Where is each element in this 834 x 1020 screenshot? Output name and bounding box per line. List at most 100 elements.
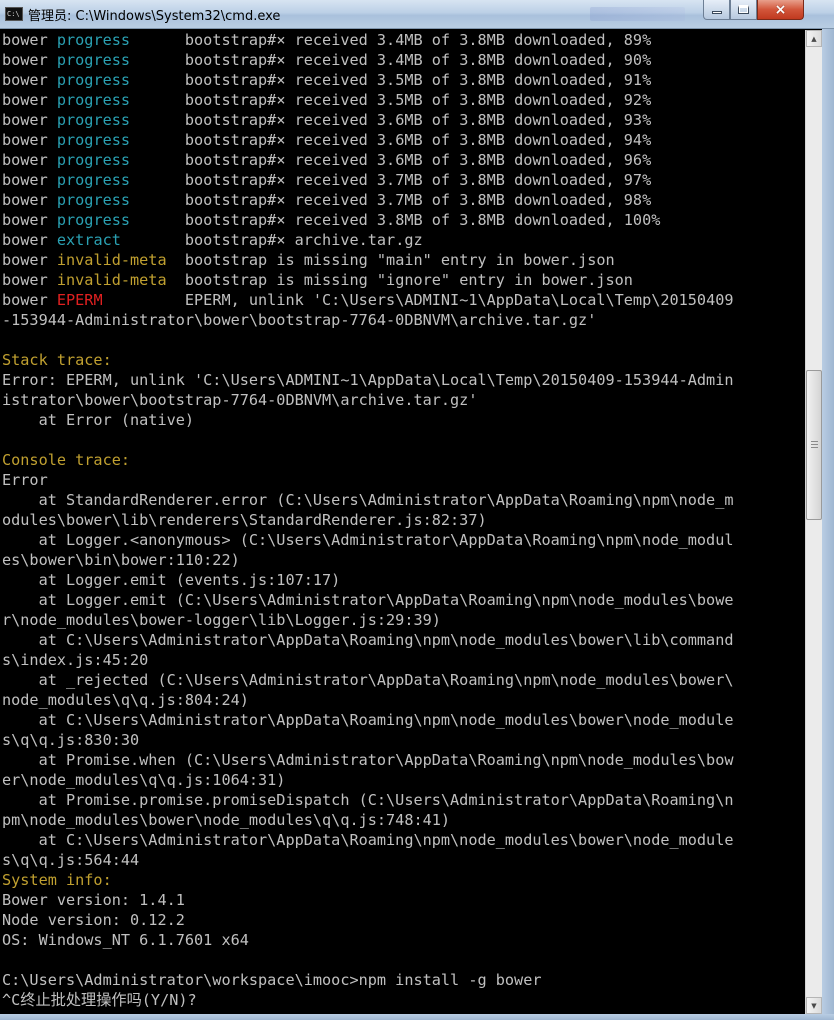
console-text-segment: at Logger.emit (C:\Users\Administrator\A…	[2, 591, 734, 609]
console-text-segment: at Promise.promise.promiseDispatch (C:\U…	[2, 791, 734, 809]
console-text-segment: bower	[2, 191, 57, 209]
console-text-segment: bower	[2, 231, 57, 249]
console-text-segment: progress	[56, 151, 131, 169]
console-text-segment: Stack trace:	[2, 351, 112, 369]
console-line: bower progress bootstrap#× received 3.7M…	[2, 170, 651, 190]
console-text-segment: bootstrap#× received 3.5MB of 3.8MB down…	[130, 71, 652, 89]
console-text-segment: bower	[2, 71, 57, 89]
console-line: bower EPERM EPERM, unlink 'C:\Users\ADMI…	[2, 290, 734, 310]
console-text-segment: progress	[56, 71, 131, 89]
console-text-segment: bootstrap#× received 3.5MB of 3.8MB down…	[130, 91, 652, 109]
console-text-segment: OS: Windows_NT 6.1.7601 x64	[2, 931, 249, 949]
console-line: at Logger.emit (C:\Users\Administrator\A…	[2, 590, 734, 610]
console-text-segment: extract	[56, 231, 121, 249]
console-line: Error	[2, 470, 48, 490]
console-text-segment: bootstrap#× received 3.6MB of 3.8MB down…	[130, 151, 652, 169]
console-text-segment: progress	[56, 211, 131, 229]
console-text-segment: bower	[2, 91, 57, 109]
console-text-segment: at _rejected (C:\Users\Administrator\App…	[2, 671, 734, 689]
console-line: at C:\Users\Administrator\AppData\Roamin…	[2, 630, 734, 650]
console-line: Error: EPERM, unlink 'C:\Users\ADMINI~1\…	[2, 370, 734, 390]
console-line: at Promise.when (C:\Users\Administrator\…	[2, 750, 734, 770]
console-line: at Promise.promise.promiseDispatch (C:\U…	[2, 790, 734, 810]
console-text-segment: bootstrap is missing "main" entry in bow…	[166, 251, 615, 269]
console-text-segment: bootstrap#× received 3.8MB of 3.8MB down…	[130, 211, 661, 229]
console-text-segment: progress	[56, 91, 131, 109]
console-text-segment: EPERM, unlink 'C:\Users\ADMINI~1\AppData…	[102, 291, 734, 309]
console-text-segment: EPERM	[56, 291, 103, 309]
console-text-segment: at C:\Users\Administrator\AppData\Roamin…	[2, 831, 734, 849]
console-line: Console trace:	[2, 450, 130, 470]
console-line: bower progress bootstrap#× received 3.6M…	[2, 110, 651, 130]
minimize-icon	[711, 11, 722, 14]
console-line: OS: Windows_NT 6.1.7601 x64	[2, 930, 249, 950]
console-text-segment: bower	[2, 291, 57, 309]
console-line: bower invalid-meta bootstrap is missing …	[2, 250, 615, 270]
window-frame-bottom	[0, 1014, 834, 1020]
maximize-icon	[738, 5, 749, 14]
console-line: s\index.js:45:20	[2, 650, 148, 670]
vertical-scrollbar[interactable]: ▲ ▼	[805, 30, 822, 1014]
console-text-segment: bootstrap#× received 3.6MB of 3.8MB down…	[130, 131, 652, 149]
console-line: s\q\q.js:830:30	[2, 730, 139, 750]
console-line: r\node_modules\bower-logger\lib\Logger.j…	[2, 610, 441, 630]
console-text-segment: node_modules\q\q.js:804:24)	[2, 691, 249, 709]
scroll-up-button[interactable]: ▲	[806, 30, 822, 47]
console-line: bower progress bootstrap#× received 3.7M…	[2, 190, 651, 210]
console-text-segment: Error	[2, 471, 48, 489]
console-text-segment: bower	[2, 211, 57, 229]
grip-line	[811, 447, 818, 448]
console-line: er\node_modules\q\q.js:1064:31)	[2, 770, 285, 790]
close-icon: ×	[774, 1, 787, 18]
console-text-segment: er\node_modules\q\q.js:1064:31)	[2, 771, 286, 789]
console-line: System info:	[2, 870, 112, 890]
close-button[interactable]: ×	[757, 0, 804, 20]
console-text-segment: bower	[2, 31, 57, 49]
console-text-segment: at Logger.<anonymous> (C:\Users\Administ…	[2, 531, 734, 549]
console-text-segment: progress	[56, 171, 131, 189]
background-taskbar-glow	[590, 7, 685, 21]
console-text-segment: Console trace:	[2, 451, 131, 469]
console-line: bower extract bootstrap#× archive.tar.gz	[2, 230, 423, 250]
console-line: at _rejected (C:\Users\Administrator\App…	[2, 670, 734, 690]
console-text-segment: at Logger.emit (events.js:107:17)	[2, 571, 341, 589]
console-text-segment: bower	[2, 151, 57, 169]
console-text-segment: bower	[2, 271, 57, 289]
minimize-button[interactable]	[703, 0, 730, 20]
grip-line	[811, 441, 818, 442]
console-line: at StandardRenderer.error (C:\Users\Admi…	[2, 490, 734, 510]
console-line: Bower version: 1.4.1	[2, 890, 185, 910]
console-text-segment: invalid-meta	[56, 271, 167, 289]
console-text-segment: Error: EPERM, unlink 'C:\Users\ADMINI~1\…	[2, 371, 734, 389]
window-title: 管理员: C:\Windows\System32\cmd.exe	[28, 9, 281, 24]
console-line: istrator\bower\bootstrap-7764-0DBNVM\arc…	[2, 390, 477, 410]
console-text-segment: bootstrap#× archive.tar.gz	[120, 231, 423, 249]
maximize-button[interactable]	[730, 0, 757, 20]
console-line: C:\Users\Administrator\workspace\imooc>n…	[2, 970, 541, 990]
console-text-segment: at C:\Users\Administrator\AppData\Roamin…	[2, 711, 734, 729]
scroll-down-button[interactable]: ▼	[806, 997, 822, 1014]
console-text-segment: bootstrap#× received 3.4MB of 3.8MB down…	[130, 31, 652, 49]
console-text-segment: invalid-meta	[56, 251, 167, 269]
scroll-thumb[interactable]	[806, 370, 822, 520]
console-line: Node version: 0.12.2	[2, 910, 185, 930]
title-bar[interactable]: C:\ 管理员: C:\Windows\System32\cmd.exe ×	[0, 0, 834, 29]
console-line: bower progress bootstrap#× received 3.5M…	[2, 90, 651, 110]
console-text-segment: bower	[2, 171, 57, 189]
console-text-segment: odules\bower\lib\renderers\StandardRende…	[2, 511, 487, 529]
console-text-segment: System info:	[2, 871, 112, 889]
console-text-segment: Bower version: 1.4.1	[2, 891, 185, 909]
console-line: bower progress bootstrap#× received 3.4M…	[2, 50, 651, 70]
console-text-segment: at Error (native)	[2, 411, 195, 429]
console-line: es\bower\bin\bower:110:22)	[2, 550, 240, 570]
console-text-segment: progress	[56, 51, 131, 69]
console-line: Stack trace:	[2, 350, 112, 370]
cmd-window: C:\ 管理员: C:\Windows\System32\cmd.exe × b…	[0, 0, 834, 1020]
console-text-segment: es\bower\bin\bower:110:22)	[2, 551, 240, 569]
console-text-segment: bootstrap#× received 3.4MB of 3.8MB down…	[130, 51, 652, 69]
console-text-segment: C:\Users\Administrator\workspace\imooc>n…	[2, 971, 542, 989]
cmd-app-icon[interactable]: C:\	[5, 7, 23, 21]
console-text-segment: s\q\q.js:830:30	[2, 731, 140, 749]
console-text-segment: -153944-Administrator\bower\bootstrap-77…	[2, 311, 597, 329]
console-output[interactable]: bower progress bootstrap#× received 3.4M…	[0, 30, 805, 1014]
